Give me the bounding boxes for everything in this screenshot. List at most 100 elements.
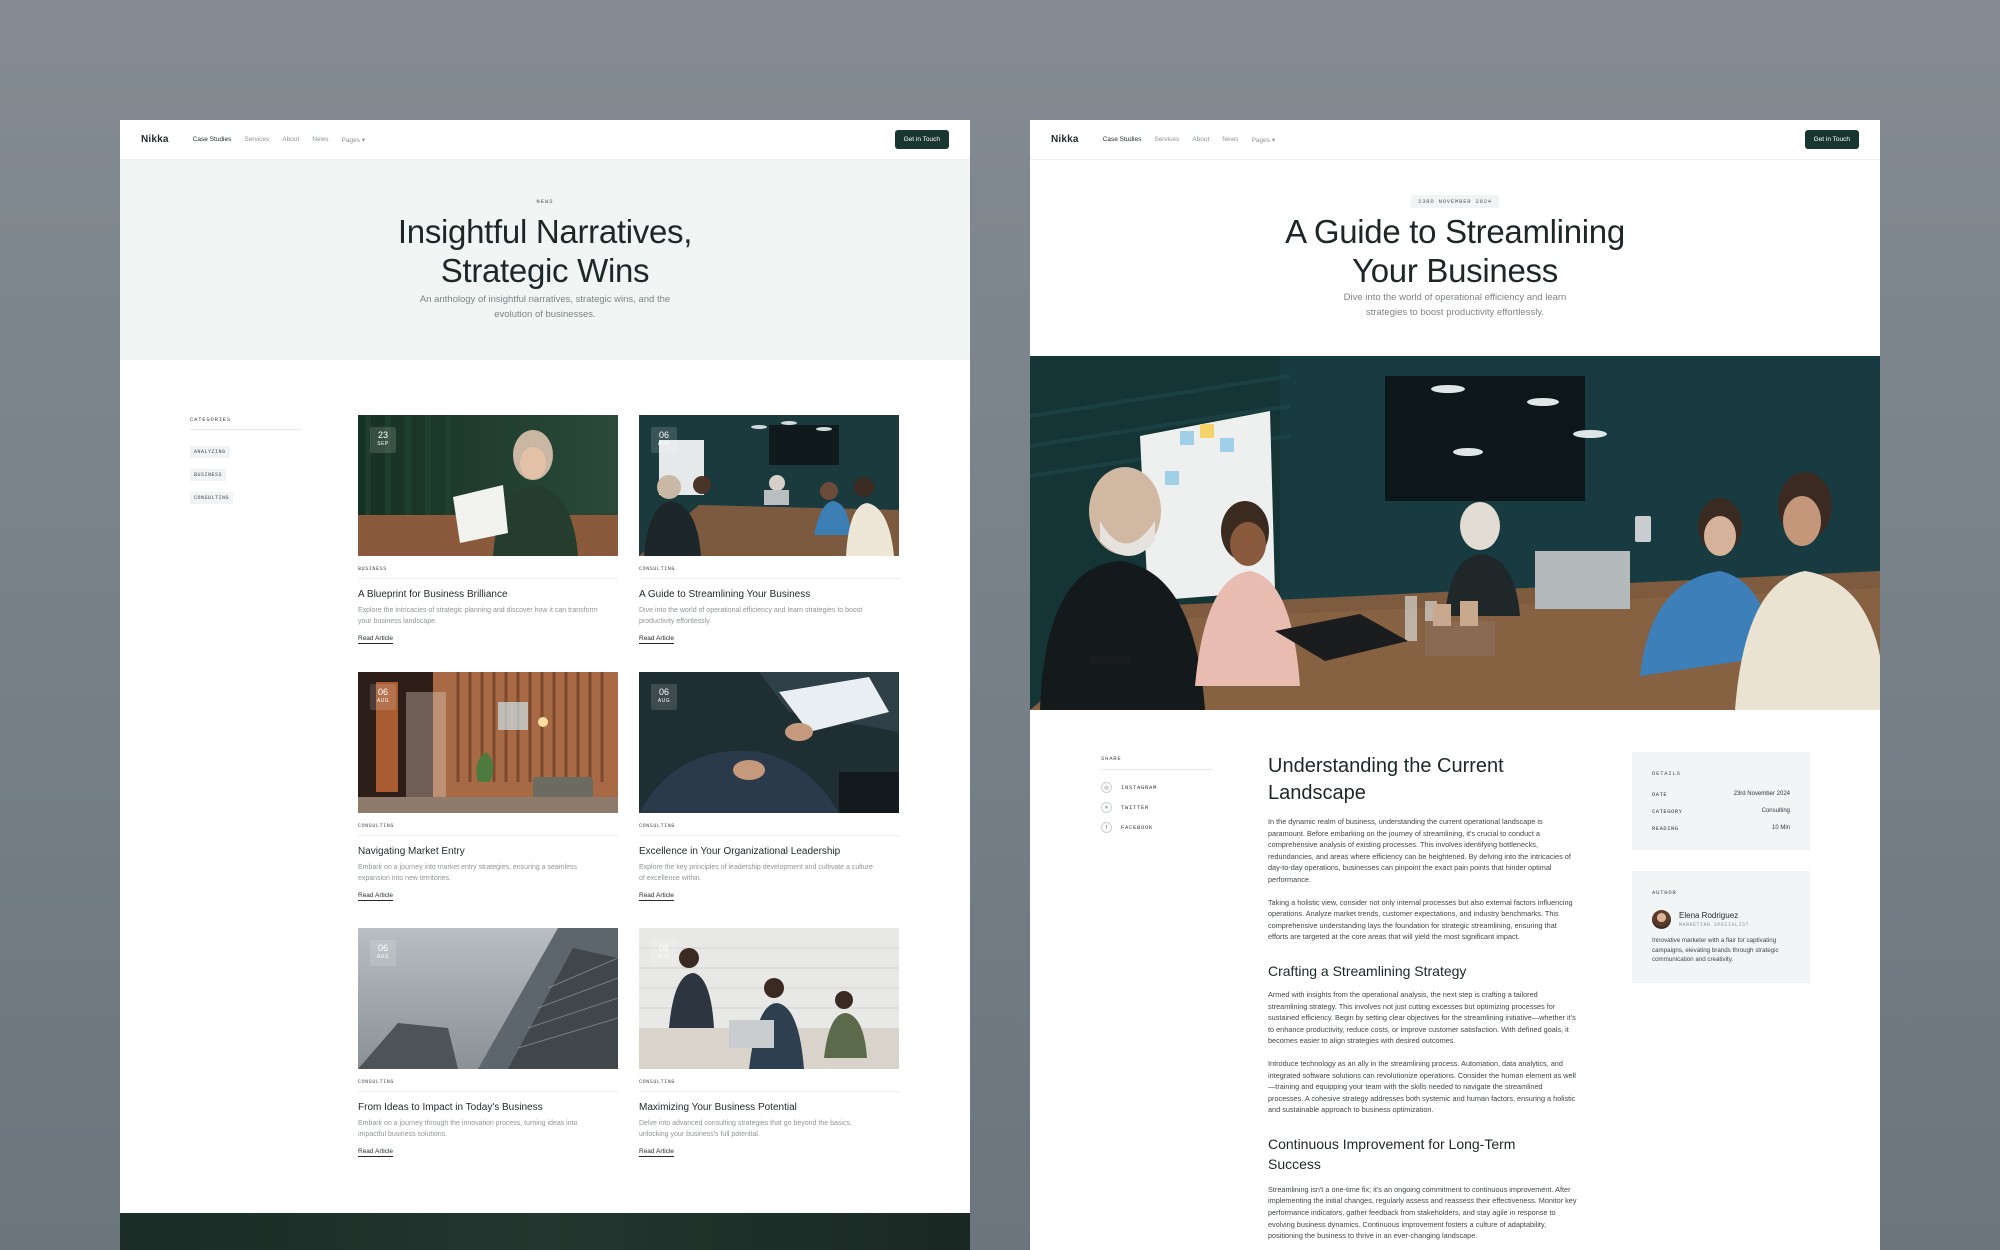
detail-key: READING bbox=[1652, 825, 1679, 832]
brand-logo[interactable]: Nikka bbox=[1051, 134, 1079, 145]
read-article-link[interactable]: Read Article bbox=[639, 1148, 675, 1157]
hero-subtitle: An anthology of insightful narratives, s… bbox=[419, 294, 671, 320]
brand-logo[interactable]: Nikka bbox=[141, 134, 169, 145]
details-title: DETAILS bbox=[1652, 770, 1681, 777]
categories-title: CATEGORIES bbox=[190, 416, 302, 430]
paragraph: In the dynamic realm of business, unders… bbox=[1268, 817, 1571, 884]
thumbnail-office-lobby bbox=[358, 672, 618, 813]
nav-services[interactable]: Services bbox=[244, 136, 269, 143]
paragraph: Introduce technology as an ally in the s… bbox=[1268, 1058, 1576, 1115]
date-badge-day: 06 bbox=[377, 687, 388, 697]
date-badge-month: SEP bbox=[377, 441, 389, 447]
get-in-touch-button[interactable]: Get in Touch bbox=[1804, 130, 1859, 149]
author-info[interactable]: Elena Rodriguez MARKETING SPECIALIST bbox=[1652, 910, 1790, 929]
page-title-line1: Insightful Narratives, bbox=[397, 213, 693, 250]
nav-case-studies[interactable]: Case Studies bbox=[1103, 136, 1142, 143]
date-badge: 06 AUG bbox=[370, 940, 396, 966]
article-thumbnail[interactable]: 06 AUG bbox=[358, 928, 618, 1069]
thumbnail-meeting-room bbox=[639, 415, 899, 556]
article-thumbnail[interactable]: 23 SEP bbox=[358, 415, 618, 556]
detail-row-reading: READING 10 Min bbox=[1652, 825, 1790, 832]
share-twitter[interactable]: ✕ TWITTER bbox=[1101, 802, 1213, 813]
article-card[interactable]: 06 AUG CONSULTING Excellence in Your Org… bbox=[639, 672, 899, 902]
categories-filter: CATEGORIES ANALYZING BUSINESS CONSULTING bbox=[190, 416, 302, 509]
article-card[interactable]: 06 AUG CONSULTING Maximizing Your Busine… bbox=[639, 928, 899, 1158]
nav-about[interactable]: About bbox=[282, 136, 299, 143]
author-role: MARKETING SPECIALIST bbox=[1679, 922, 1750, 928]
article-card[interactable]: 06 AUG CONSULTING A Guide to Streamlinin… bbox=[639, 415, 899, 645]
paragraph: Streamlining isn't a one-time fix; it's … bbox=[1268, 1184, 1577, 1241]
nav-pages[interactable]: Pages ▾ bbox=[1252, 136, 1276, 144]
facebook-icon: f bbox=[1101, 822, 1112, 833]
detail-value: 23rd November 2024 bbox=[1733, 791, 1790, 797]
article-thumbnail[interactable]: 06 AUG bbox=[639, 415, 899, 556]
avatar bbox=[1652, 910, 1671, 929]
twitter-icon: ✕ bbox=[1101, 802, 1112, 813]
nav-news[interactable]: News bbox=[312, 136, 328, 143]
read-article-link[interactable]: Read Article bbox=[358, 635, 394, 644]
share-title: SHARE bbox=[1101, 755, 1213, 770]
nav-about[interactable]: About bbox=[1192, 136, 1209, 143]
share-label: TWITTER bbox=[1121, 804, 1150, 811]
article-category: BUSINESS bbox=[358, 566, 618, 579]
read-article-link[interactable]: Read Article bbox=[639, 892, 675, 901]
detail-row-category: CATEGORY Consulting bbox=[1652, 808, 1790, 815]
share-instagram[interactable]: ◎ INSTAGRAM bbox=[1101, 782, 1213, 793]
article-thumbnail[interactable]: 06 AUG bbox=[639, 928, 899, 1069]
article-card[interactable]: 06 AUG CONSULTING Navigating Market Entr… bbox=[358, 672, 618, 902]
share-facebook[interactable]: f FACEBOOK bbox=[1101, 822, 1213, 833]
page-title: Insightful Narratives, Strategic Wins bbox=[120, 212, 970, 290]
category-chip-consulting[interactable]: CONSULTING bbox=[190, 492, 234, 504]
date-badge-month: AUG bbox=[657, 698, 671, 704]
section-heading: Crafting a Streamlining Strategy bbox=[1268, 962, 1467, 979]
article-title[interactable]: Navigating Market Entry bbox=[358, 846, 618, 857]
article-body: Understanding the Current Landscape In t… bbox=[1268, 753, 1578, 1242]
read-article-link[interactable]: Read Article bbox=[358, 892, 394, 901]
nav-pages-label: Pages bbox=[1251, 136, 1270, 144]
article-card[interactable]: 23 SEP BUSINESS A Blueprint for Business… bbox=[358, 415, 618, 645]
read-article-link[interactable]: Read Article bbox=[358, 1148, 394, 1157]
get-in-touch-button[interactable]: Get in Touch bbox=[894, 130, 949, 149]
article-thumbnail[interactable]: 06 AUG bbox=[639, 672, 899, 813]
article-excerpt: Explore the intricacies of strategic pla… bbox=[358, 607, 598, 625]
thumbnail-team-office bbox=[639, 928, 899, 1069]
article-subtitle: Dive into the world of operational effic… bbox=[1343, 292, 1567, 318]
nav-services[interactable]: Services bbox=[1154, 136, 1179, 143]
nav-pages[interactable]: Pages ▾ bbox=[342, 136, 366, 144]
article-title[interactable]: A Guide to Streamlining Your Business bbox=[639, 589, 899, 600]
category-chip-analyzing[interactable]: ANALYZING bbox=[190, 446, 230, 458]
article-title[interactable]: From Ideas to Impact in Today's Business bbox=[358, 1102, 618, 1113]
hero-eyebrow: NEWS bbox=[536, 198, 554, 205]
detail-key: CATEGORY bbox=[1652, 808, 1683, 815]
details-box: DETAILS DATE 23rd November 2024 CATEGORY… bbox=[1632, 752, 1810, 850]
author-title: AUTHOR bbox=[1652, 889, 1677, 896]
paragraph: Armed with insights from the operational… bbox=[1268, 989, 1576, 1046]
date-badge-day: 06 bbox=[658, 687, 669, 697]
meeting-photo bbox=[1030, 356, 1880, 710]
article-title[interactable]: A Blueprint for Business Brilliance bbox=[358, 589, 618, 600]
article-excerpt: Delve into advanced consulting strategie… bbox=[639, 1120, 852, 1138]
date-badge-day: 06 bbox=[658, 943, 669, 953]
read-article-link[interactable]: Read Article bbox=[639, 635, 675, 644]
article-title[interactable]: Maximizing Your Business Potential bbox=[639, 1102, 899, 1113]
nav-case-studies[interactable]: Case Studies bbox=[193, 136, 232, 143]
instagram-icon: ◎ bbox=[1101, 782, 1112, 793]
chevron-down-icon: ▾ bbox=[1271, 136, 1276, 144]
paragraph: Taking a holistic view, consider not onl… bbox=[1268, 897, 1573, 942]
footer-image-band bbox=[120, 1213, 970, 1250]
article-card[interactable]: 06 AUG CONSULTING From Ideas to Impact i… bbox=[358, 928, 618, 1158]
article-excerpt: Dive into the world of operational effic… bbox=[639, 607, 863, 625]
date-badge: 06 AUG bbox=[370, 684, 396, 710]
top-nav: Nikka Case Studies Services About News P… bbox=[120, 120, 970, 160]
article-thumbnail[interactable]: 06 AUG bbox=[358, 672, 618, 813]
article-category: CONSULTING bbox=[358, 1079, 618, 1092]
date-badge-month: AUG bbox=[657, 441, 671, 447]
article-excerpt: Embark on a journey through the innovati… bbox=[358, 1120, 578, 1138]
nav-news[interactable]: News bbox=[1222, 136, 1238, 143]
detail-row-date: DATE 23rd November 2024 bbox=[1652, 791, 1790, 798]
category-chip-business[interactable]: BUSINESS bbox=[190, 469, 227, 481]
news-page-panel: Nikka Case Studies Services About News P… bbox=[120, 120, 970, 1250]
article-category: CONSULTING bbox=[639, 1079, 899, 1092]
article-title[interactable]: Excellence in Your Organizational Leader… bbox=[639, 846, 899, 857]
detail-value: Consulting bbox=[1761, 808, 1790, 814]
